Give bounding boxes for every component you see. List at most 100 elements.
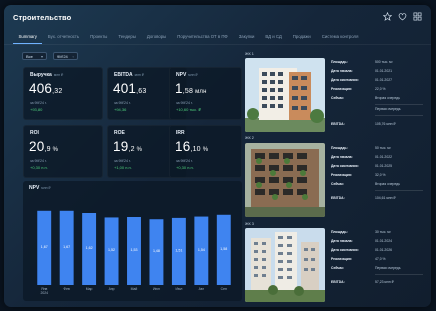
project-row: EBITDA: 104,61 млн ₽ [331, 196, 396, 200]
kpi-name: ROE [114, 130, 125, 136]
kpi-value: 19,2% [113, 139, 143, 154]
kpi-value: 20,9% [29, 139, 59, 154]
bar-value-label: 1,58 [220, 247, 227, 251]
kpi-delta: +94,36 [114, 107, 127, 112]
kpi-name: IRR [176, 130, 185, 136]
project-row: Площадь: 50 тыс. м² [331, 146, 391, 150]
project-row: Дата начала: 01.01.2021 [331, 69, 392, 73]
kpi-compare-label: за 9М'24 г. [30, 101, 47, 105]
kpi-compare-label: за 9М'24 г. [114, 159, 131, 163]
kpi-value: 16,10% [175, 139, 209, 154]
bar-value-label: 1,54 [198, 248, 205, 252]
project-row: EBITDA: 57,23 млн ₽ [331, 280, 394, 284]
kpi-delta: +1,00 п.п. [114, 165, 132, 170]
kpi-delta: +10,60 тыс. ₽ [176, 107, 201, 112]
kpi-card-irr[interactable]: IRR 16,10% за 9М'24 г. +0,30 п.п. [169, 125, 242, 178]
divider [375, 190, 423, 191]
dashboard-window: Строительство Summary Бух. отчетность Пр… [4, 5, 431, 307]
bar-value-label: 1,67 [63, 245, 70, 249]
project-row: Сейчас: Вторая очередь [331, 182, 401, 186]
project-row: Дата начала: 01.01.2024 [331, 239, 392, 243]
kpi-value: 406,32 [29, 81, 63, 96]
chevron-down-icon: ▾ [40, 53, 43, 59]
project-label: ЖК 3 [245, 222, 254, 226]
tab-control[interactable]: Система контроля [316, 32, 364, 44]
project-row: EBITDA: 105,76 млн ₽ [331, 122, 396, 126]
x-tick-label: Фев [64, 287, 70, 291]
x-tick-label: Июн [153, 287, 160, 291]
kpi-compare-label: за 9М'24 г. [176, 101, 193, 105]
kpi-compare-label: за 9М'24 г. [114, 101, 131, 105]
project-row: Дата окончания: 01.01.2027 [331, 78, 392, 82]
kpi-name: Выручка млн ₽ [30, 72, 64, 78]
kpi-delta: +0,30 п.п. [30, 165, 48, 170]
tab-vd-sd[interactable]: ВД и СД [260, 32, 287, 44]
kpi-value: 401,63 [113, 81, 147, 96]
calendar-icon: ▫ [72, 53, 74, 59]
kpi-delta: +93,80 [30, 107, 43, 112]
grid-icon[interactable] [413, 12, 422, 21]
tab-contracts[interactable]: Договоры [141, 32, 171, 44]
tab-purchases[interactable]: Закупки [233, 32, 260, 44]
project-image-2[interactable] [245, 143, 325, 217]
project-row: Сейчас: Вторая очередь [331, 96, 401, 100]
bar-value-label: 1,48 [153, 249, 160, 253]
divider [375, 115, 423, 116]
kpi-card-npv[interactable]: NPV млн ₽ 1,58 млн за 9М'24 г. +10,60 тыс.… [169, 67, 242, 120]
project-row: Дата начала: 01.01.2022 [331, 155, 392, 159]
period-select[interactable]: 9М'24 ▫ [53, 52, 78, 60]
npv-chart-card: NPV млн ₽ 1,67 Янв 2024 1,67 Фев 1,62 Мар 1,52 Ап… [23, 181, 242, 301]
tab-guarantees[interactable]: Поручительства ОТ в ПФ [172, 32, 233, 44]
period-select-value: 9М'24 [57, 53, 68, 59]
tab-tenders[interactable]: Тендеры [113, 32, 142, 44]
project-row: Дата окончания: 01.01.2025 [331, 164, 392, 168]
title-actions [383, 12, 422, 21]
bar-value-label: 1,67 [41, 245, 48, 249]
project-image-1[interactable] [245, 58, 325, 132]
bar-value-label: 1,52 [108, 248, 115, 252]
x-tick-label: Май [131, 287, 138, 291]
kpi-name: NPV млн ₽ [176, 72, 198, 78]
project-row: Первая очередь [375, 107, 401, 111]
project-row: Сейчас: Первая очередь [331, 266, 401, 270]
project-label: ЖК 2 [245, 136, 254, 140]
bar-value-label: 1,51 [175, 248, 182, 252]
page-title: Строительство [13, 12, 72, 22]
heart-icon[interactable] [398, 12, 407, 21]
project-row: Реализация: 32,0 % [331, 173, 386, 177]
kpi-delta: +0,30 п.п. [176, 165, 194, 170]
title-bar: Строительство [4, 5, 431, 29]
kpi-compare-label: за 9М'24 г. [30, 159, 47, 163]
project-label: ЖК 1 [245, 52, 254, 56]
project-image-3[interactable] [245, 228, 325, 302]
filters-bar: Все ▾ 9М'24 ▫ [22, 52, 78, 60]
divider [375, 274, 423, 275]
npv-bar-chart: 1,67Янв20241,67Фев1,62Мар1,52Апр1,53Май1… [37, 210, 231, 295]
tab-accounting[interactable]: Бух. отчетность [42, 32, 84, 44]
bar-value-label: 1,62 [86, 246, 93, 250]
x-tick-label: Июл [175, 287, 182, 291]
project-row: Площадь: 500 тыс. м² [331, 60, 393, 64]
x-tick-label: Авг [199, 287, 205, 291]
kpi-card-roi[interactable]: ROI 20,9% за 9М'24 г. +0,30 п.п. [23, 125, 103, 178]
project-row: Дата окончания: 01.01.2026 [331, 248, 392, 252]
tab-sales[interactable]: Продажи [287, 32, 316, 44]
tab-bar: Summary Бух. отчетность Проекты Тендеры … [4, 32, 431, 45]
bar-value-label: 1,53 [131, 248, 138, 252]
tab-summary[interactable]: Summary [13, 32, 43, 44]
kpi-name: EBITDA млн ₽ [114, 72, 144, 78]
project-row: Площадь: 30 тыс. м² [331, 230, 391, 234]
x-tick-label: Сен [221, 287, 227, 291]
star-icon[interactable] [383, 12, 392, 21]
company-select[interactable]: Все ▾ [22, 52, 47, 60]
company-select-value: Все [26, 53, 33, 59]
kpi-value: 1,58 млн [175, 81, 207, 96]
x-tick-label: Апр [109, 287, 115, 291]
project-row: Реализация: 22,0 % [331, 87, 386, 91]
kpi-compare-label: за 9М'24 г. [176, 159, 193, 163]
tab-projects[interactable]: Проекты [85, 32, 113, 44]
project-row: Реализация: 47,0 % [331, 257, 386, 261]
x-tick-label: 2024 [40, 291, 48, 295]
projects-panel: ЖК 1 Площадь: 500 тыс. м² Дата начала: 0… [242, 50, 429, 305]
kpi-card-revenue[interactable]: Выручка млн ₽ 406,32 за 9М'24 г. +93,80 [23, 67, 103, 120]
